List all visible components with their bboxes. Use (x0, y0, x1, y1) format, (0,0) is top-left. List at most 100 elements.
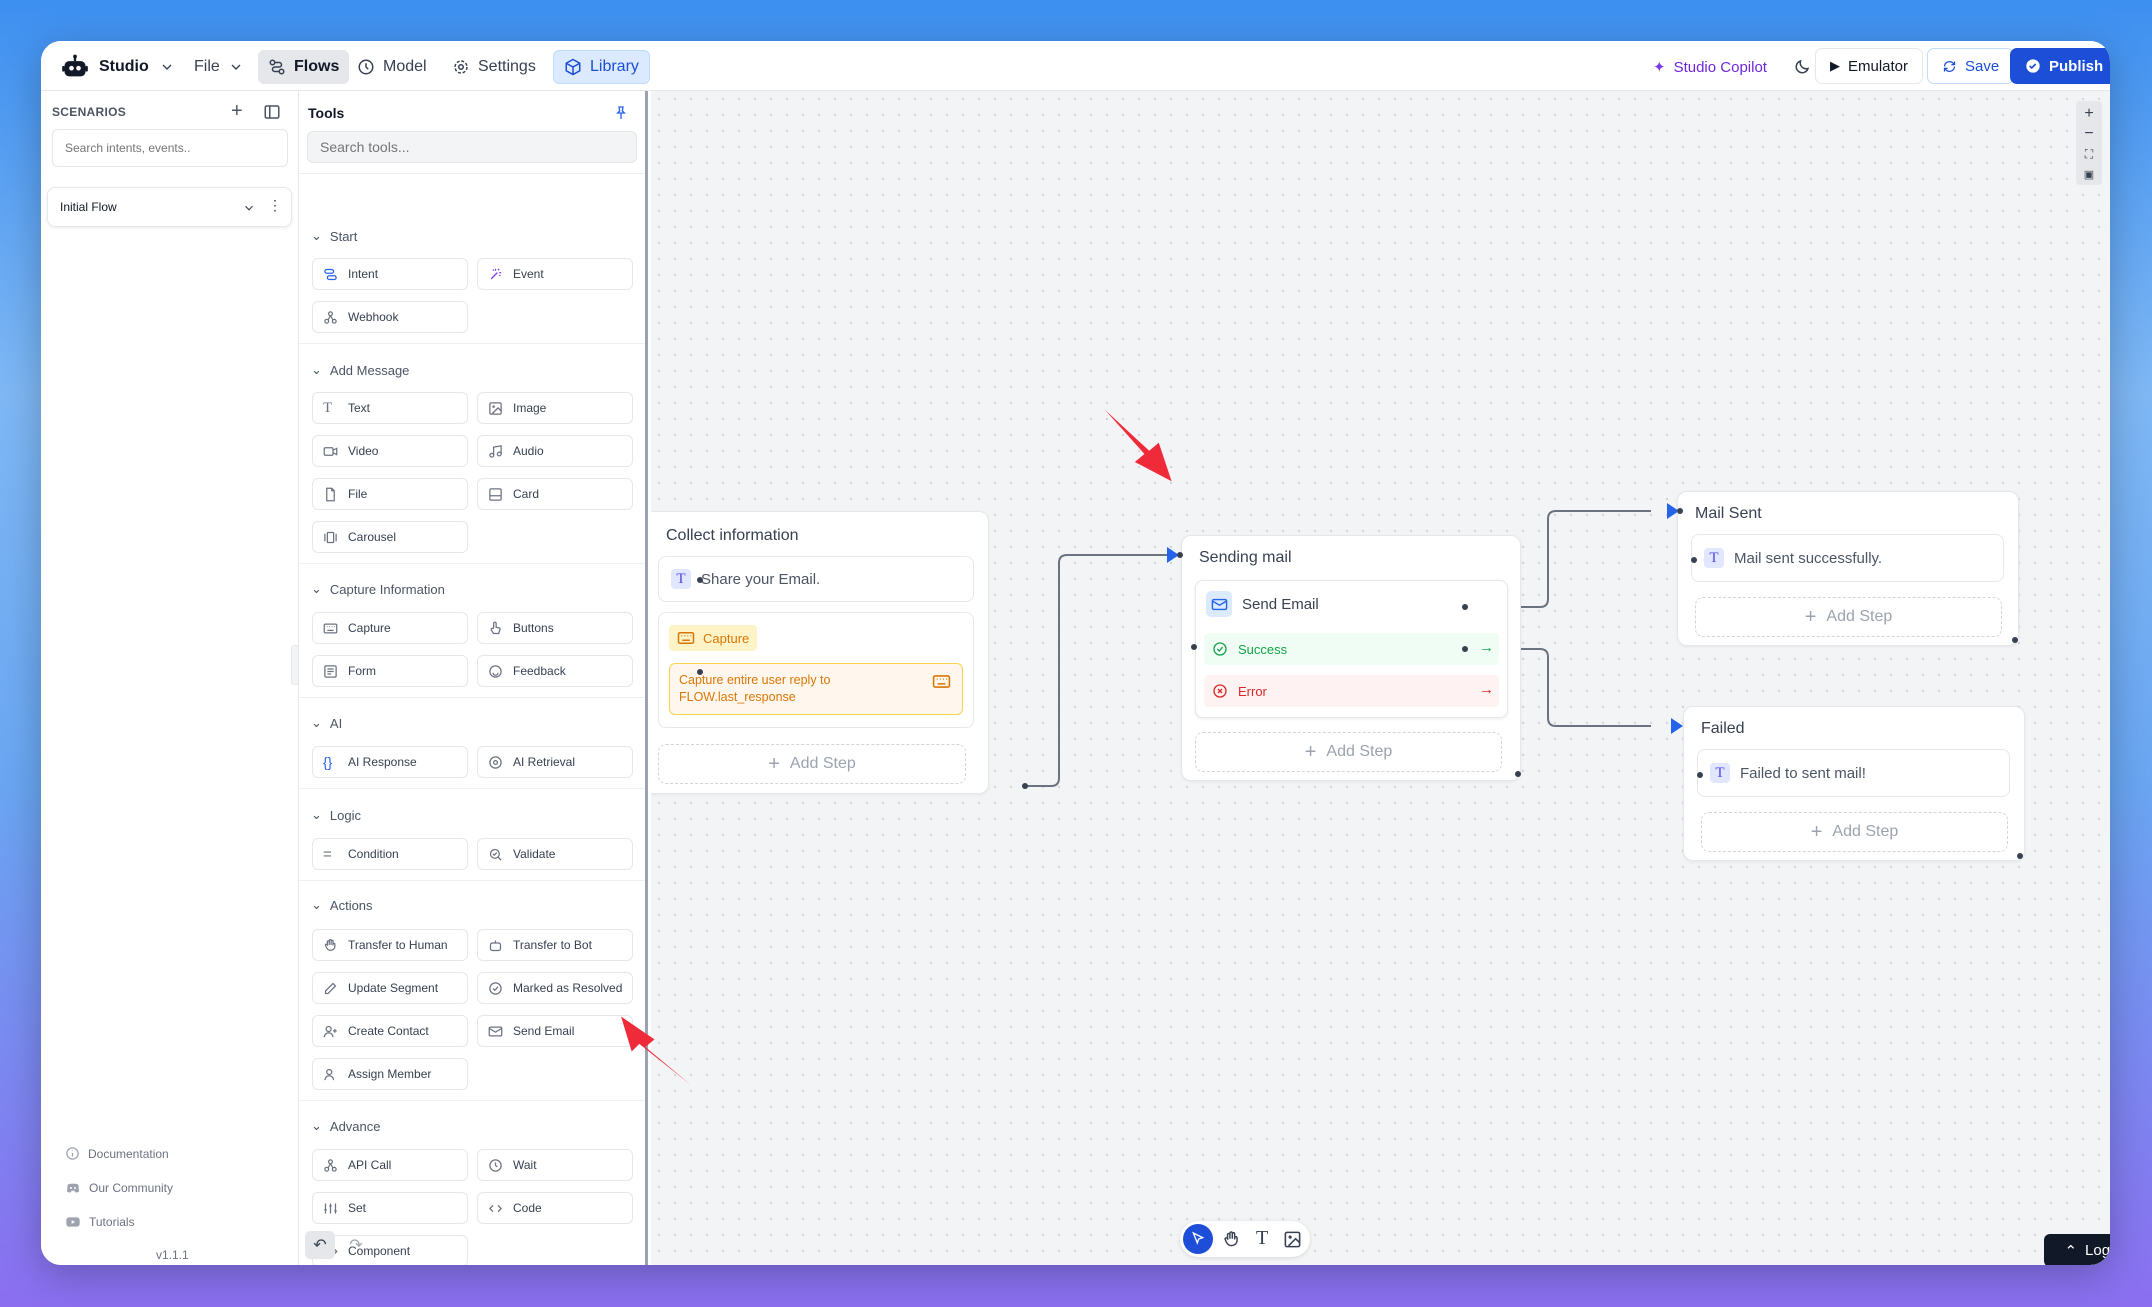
handle-dot[interactable] (2012, 637, 2018, 643)
flow-item-initial[interactable]: Initial Flow ⋮ (47, 187, 292, 227)
publish-button[interactable]: Publish (2010, 48, 2110, 84)
handle-dot[interactable] (1677, 508, 1683, 514)
documentation-link[interactable]: Documentation (65, 1146, 169, 1161)
tools-search-input[interactable] (307, 131, 637, 163)
tool-transfer-to-human[interactable]: Transfer to Human (312, 929, 468, 961)
fit-view-icon[interactable]: ⛶ (2078, 144, 2100, 164)
send-email-title: Send Email (1242, 595, 1319, 613)
add-scenario-icon[interactable]: + (231, 100, 243, 123)
tool-transfer-to-bot[interactable]: Transfer to Bot (477, 929, 633, 961)
more-vertical-icon[interactable]: ⋮ (268, 197, 282, 214)
redo-icon[interactable]: ↷ (341, 1231, 371, 1259)
section-advance[interactable]: ⌄ Advance (311, 1118, 381, 1134)
select-tool-icon[interactable] (1183, 1224, 1213, 1254)
section-start[interactable]: ⌄ Start (311, 228, 357, 244)
text-step[interactable]: T Mail sent successfully. (1691, 534, 2004, 582)
image-tool-icon[interactable] (1283, 1230, 1302, 1249)
tool-marked-as-resolved[interactable]: Marked as Resolved (477, 972, 633, 1004)
handle-dot[interactable] (1462, 646, 1468, 652)
tab-model[interactable]: Model (347, 50, 437, 84)
tool-send-email[interactable]: Send Email (477, 1015, 633, 1047)
undo-icon[interactable]: ↶ (305, 1231, 335, 1259)
add-step-button[interactable]: + Add Step (1195, 732, 1502, 772)
tool-component[interactable]: Component (312, 1235, 468, 1265)
tool-buttons[interactable]: Buttons (477, 612, 633, 644)
node-failed[interactable]: Failed T Failed to sent mail! + Add Step (1683, 706, 2025, 861)
logs-button[interactable]: ⌃ Logs (2044, 1234, 2110, 1265)
tool-update-segment[interactable]: Update Segment (312, 972, 468, 1004)
tool-text[interactable]: T Text (312, 392, 468, 424)
tool-set[interactable]: Set (312, 1192, 468, 1224)
text-step[interactable]: T Failed to sent mail! (1697, 749, 2010, 797)
section-logic[interactable]: ⌄ Logic (311, 807, 361, 823)
tool-assign-member[interactable]: Assign Member (312, 1058, 468, 1090)
handle-dot[interactable] (1515, 771, 1521, 777)
success-branch[interactable]: Success → (1204, 633, 1499, 665)
tab-settings[interactable]: Settings (442, 50, 546, 84)
handle-dot[interactable] (1691, 557, 1697, 563)
hand-tool-icon[interactable] (1222, 1230, 1241, 1249)
tool-audio[interactable]: Audio (477, 435, 633, 467)
tool-capture[interactable]: Capture (312, 612, 468, 644)
text-step[interactable]: T Share your Email. (658, 556, 974, 602)
add-step-button[interactable]: + Add Step (658, 744, 966, 784)
tab-flows[interactable]: Flows (258, 50, 350, 84)
handle-dot[interactable] (697, 577, 703, 583)
handle-dot[interactable] (1697, 772, 1703, 778)
tool-code[interactable]: Code (477, 1192, 633, 1224)
node-mail-sent[interactable]: Mail Sent T Mail sent successfully. + Ad… (1677, 491, 2019, 646)
add-step-button[interactable]: + Add Step (1701, 812, 2008, 852)
tool-carousel[interactable]: Carousel (312, 521, 468, 553)
file-menu[interactable]: File (184, 50, 254, 84)
tool-api-call[interactable]: API Call (312, 1149, 468, 1181)
tool-condition[interactable]: = Condition (312, 838, 468, 870)
section-add-message[interactable]: ⌄ Add Message (311, 362, 409, 378)
tool-intent[interactable]: Intent (312, 258, 468, 290)
community-link[interactable]: Our Community (65, 1180, 173, 1196)
tab-library[interactable]: Library (553, 50, 650, 84)
tool-image[interactable]: Image (477, 392, 633, 424)
handle-dot[interactable] (1191, 644, 1197, 650)
tool-video[interactable]: Video (312, 435, 468, 467)
section-actions[interactable]: ⌄ Actions (311, 897, 373, 913)
node-sending-mail[interactable]: Sending mail Send Email Success → Error … (1181, 535, 1521, 781)
error-branch[interactable]: Error → (1204, 675, 1499, 707)
text-tool-icon[interactable]: T (1256, 1227, 1268, 1250)
tool-file[interactable]: File (312, 478, 468, 510)
tool-feedback[interactable]: Feedback (477, 655, 633, 687)
studio-menu[interactable]: Studio (51, 50, 185, 84)
scenario-search-input[interactable] (52, 129, 288, 167)
pin-icon[interactable] (613, 105, 629, 121)
tool-create-contact[interactable]: Create Contact (312, 1015, 468, 1047)
tool-form[interactable]: Form (312, 655, 468, 687)
add-step-button[interactable]: + Add Step (1695, 597, 2002, 637)
node-collect-information[interactable]: Collect information T Share your Email. … (651, 511, 989, 794)
sidebar-toggle-icon[interactable] (263, 103, 281, 121)
capture-step[interactable]: Capture Capture entire user reply to FLO… (658, 612, 974, 728)
tutorials-link[interactable]: Tutorials (65, 1214, 135, 1230)
tool-ai-response[interactable]: {} AI Response (312, 746, 468, 778)
tool-ai-retrieval[interactable]: AI Retrieval (477, 746, 633, 778)
section-capture-information[interactable]: ⌄ Capture Information (311, 581, 445, 597)
flow-canvas[interactable]: + − ⛶ ▣ Collect information T Share your… (651, 91, 2110, 1265)
tool-card[interactable]: Card (477, 478, 633, 510)
handle-dot[interactable] (697, 669, 703, 675)
chevron-down-icon[interactable] (242, 201, 256, 215)
tool-wait[interactable]: Wait (477, 1149, 633, 1181)
handle-dot[interactable] (1462, 604, 1468, 610)
studio-copilot-button[interactable]: ✦ Studio Copilot (1643, 50, 1777, 84)
panel-resize-handle[interactable] (291, 645, 299, 685)
handle-dot[interactable] (1022, 783, 1028, 789)
info-icon (66, 1147, 79, 1160)
lock-icon[interactable]: ▣ (2078, 164, 2100, 184)
handle-dot[interactable] (2017, 853, 2023, 859)
zoom-in-icon[interactable]: + (2078, 104, 2100, 124)
tool-validate[interactable]: Validate (477, 838, 633, 870)
tool-webhook[interactable]: Webhook (312, 301, 468, 333)
tool-event[interactable]: Event (477, 258, 633, 290)
emulator-button[interactable]: ▶ Emulator (1815, 48, 1924, 84)
zoom-out-icon[interactable]: − (2078, 124, 2100, 144)
save-button[interactable]: Save (1927, 48, 2015, 84)
handle-dot[interactable] (1177, 552, 1183, 558)
section-ai[interactable]: ⌄ AI (311, 715, 342, 731)
